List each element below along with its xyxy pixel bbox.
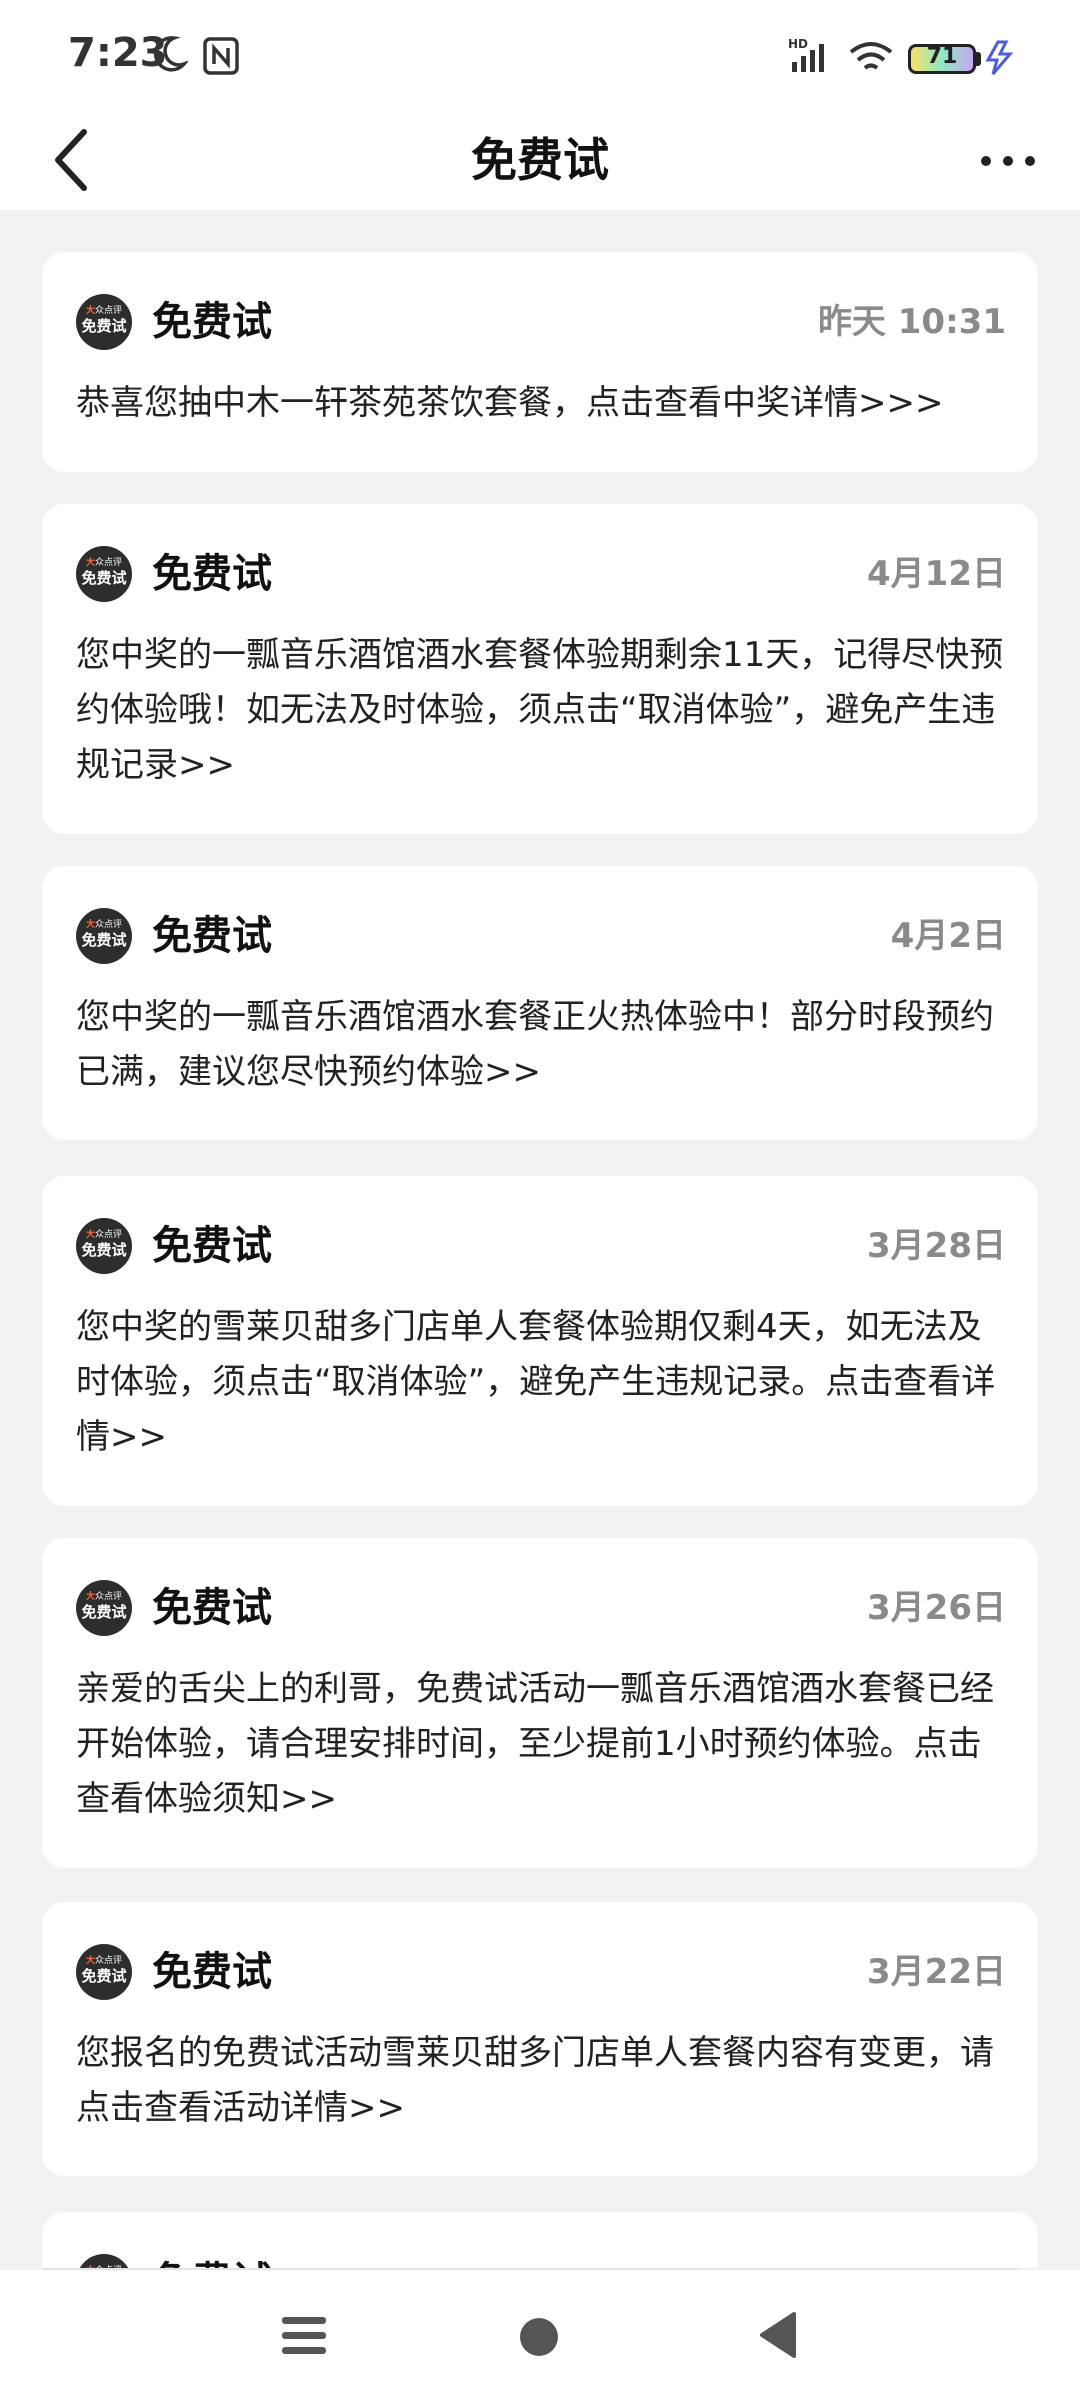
message-text[interactable]: 您中奖的雪莱贝甜多门店单人套餐体验期仅剩4天，如无法及时体验，须点击“取消体验”…: [76, 1300, 1006, 1465]
sender-name: 免费试: [152, 913, 272, 959]
back-triangle-icon[interactable]: [756, 2310, 800, 2360]
sender-name: 免费试: [152, 299, 272, 345]
message-list[interactable]: 大众点评 免费试 免费试 昨天 10:31 恭喜您抽中木一轩茶苑茶饮套餐，点击查…: [0, 210, 1080, 2268]
message-header: 大众点评 免费试 免费试 4月12日: [76, 546, 1006, 606]
header-bar: 免费试: [0, 110, 1080, 210]
message-card[interactable]: 大众点评 免费试 免费试: [42, 2212, 1038, 2268]
avatar: 大众点评 免费试: [76, 1580, 132, 1636]
message-time: 4月12日: [867, 554, 1006, 594]
message-card[interactable]: 大众点评 免费试 免费试 昨天 10:31 恭喜您抽中木一轩茶苑茶饮套餐，点击查…: [42, 252, 1038, 472]
message-text[interactable]: 恭喜您抽中木一轩茶苑茶饮套餐，点击查看中奖详情>>>: [76, 376, 1006, 431]
battery-level: 71: [926, 44, 958, 69]
message-time: 3月28日: [867, 1226, 1006, 1266]
menu-icon[interactable]: [280, 2314, 328, 2358]
message-time: 昨天 10:31: [817, 302, 1006, 342]
message-text[interactable]: 您中奖的一瓢音乐酒馆酒水套餐体验期剩余11天，记得尽快预约体验哦！如无法及时体验…: [76, 628, 1006, 793]
network-label: HD: [788, 37, 808, 51]
message-card[interactable]: 大众点评 免费试 免费试 3月26日 亲爱的舌尖上的利哥，免费试活动一瓢音乐酒馆…: [42, 1538, 1038, 1868]
message-text[interactable]: 您报名的免费试活动雪莱贝甜多门店单人套餐内容有变更，请点击查看活动详情>>: [76, 2026, 1006, 2136]
message-header: 大众点评 免费试 免费试 4月2日: [76, 908, 1006, 968]
message-header: 大众点评 免费试 免费试 3月28日: [76, 1218, 1006, 1278]
more-dots-icon[interactable]: [978, 138, 1038, 184]
avatar: 大众点评 免费试: [76, 1218, 132, 1274]
sender-name: 免费试: [152, 1223, 272, 1269]
message-card[interactable]: 大众点评 免费试 免费试 3月28日 您中奖的雪莱贝甜多门店单人套餐体验期仅剩4…: [42, 1176, 1038, 1506]
system-nav-bar: [0, 2270, 1080, 2400]
moon-icon: [153, 36, 188, 72]
message-header: 大众点评 免费试 免费试 3月22日: [76, 1944, 1006, 2004]
home-circle-icon[interactable]: [516, 2314, 562, 2360]
avatar: 大众点评 免费试: [76, 2254, 132, 2268]
avatar: 大众点评 免费试: [76, 546, 132, 602]
status-bar: 7:23 HD 71: [0, 0, 1080, 110]
signal-icon: HD: [788, 37, 824, 72]
avatar: 大众点评 免费试: [76, 908, 132, 964]
wifi-icon: [849, 42, 893, 70]
battery-icon: 71: [908, 44, 976, 74]
message-card[interactable]: 大众点评 免费试 免费试 4月12日 您中奖的一瓢音乐酒馆酒水套餐体验期剩余11…: [42, 504, 1038, 834]
message-time: 3月22日: [867, 1952, 1006, 1992]
sender-name: 免费试: [152, 1949, 272, 1995]
message-text[interactable]: 您中奖的一瓢音乐酒馆酒水套餐正火热体验中！部分时段预约已满，建议您尽快预约体验>…: [76, 990, 1006, 1100]
message-card[interactable]: 大众点评 免费试 免费试 4月2日 您中奖的一瓢音乐酒馆酒水套餐正火热体验中！部…: [42, 866, 1038, 1140]
message-text[interactable]: 亲爱的舌尖上的利哥，免费试活动一瓢音乐酒馆酒水套餐已经开始体验，请合理安排时间，…: [76, 1662, 1006, 1827]
avatar: 大众点评 免费试: [76, 1944, 132, 2000]
message-header: 大众点评 免费试 免费试: [76, 2254, 1006, 2268]
back-arrow-icon[interactable]: [44, 122, 104, 198]
sender-name: 免费试: [152, 2254, 272, 2268]
message-time: 4月2日: [890, 916, 1006, 956]
battery-tip: [976, 52, 981, 66]
message-header: 大众点评 免费试 免费试 3月26日: [76, 1580, 1006, 1640]
page-title: 免费试: [471, 133, 609, 187]
message-time: 3月26日: [867, 1588, 1006, 1628]
sender-name: 免费试: [152, 551, 272, 597]
message-header: 大众点评 免费试 免费试 昨天 10:31: [76, 294, 1006, 354]
nfc-icon: [203, 37, 239, 75]
message-card[interactable]: 大众点评 免费试 免费试 3月22日 您报名的免费试活动雪莱贝甜多门店单人套餐内…: [42, 1902, 1038, 2176]
sender-name: 免费试: [152, 1585, 272, 1631]
avatar: 大众点评 免费试: [76, 294, 132, 350]
charging-icon: [985, 40, 1014, 75]
